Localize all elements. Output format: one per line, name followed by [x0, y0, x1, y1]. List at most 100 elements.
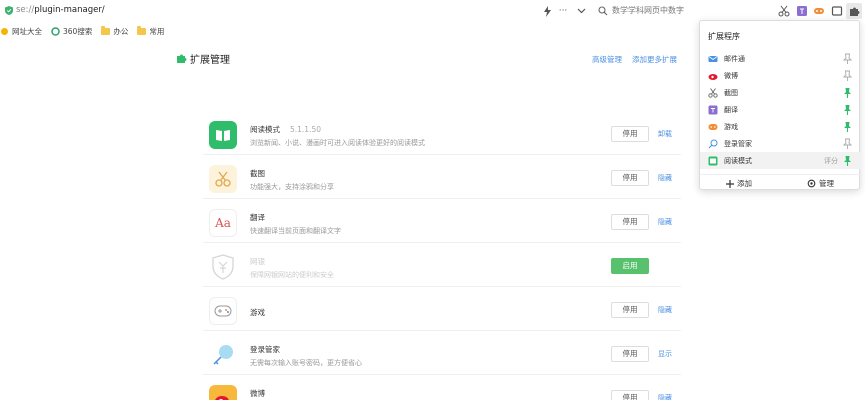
extension-desc: 保障网银网站的便利和安全: [250, 271, 334, 279]
extension-row-bank: 网银 保障网银网站的便利和安全 启用: [203, 243, 681, 287]
translate-icon[interactable]: [796, 5, 808, 17]
folder-icon: [101, 25, 111, 35]
header-links: 高级管理 添加更多扩展: [592, 54, 677, 65]
folder-icon: [137, 25, 147, 35]
translate-icon: [708, 105, 718, 114]
enable-button[interactable]: 启用: [611, 258, 649, 274]
pin-icon[interactable]: [843, 121, 852, 132]
uninstall-link[interactable]: 卸载: [658, 129, 672, 139]
disable-button[interactable]: 停用: [611, 214, 649, 230]
extension-name: 翻译: [250, 213, 265, 222]
popup-item-games[interactable]: 游戏: [700, 118, 861, 135]
search-box[interactable]: 数学学科网页中数字: [598, 5, 684, 16]
extension-name: 游戏: [250, 308, 265, 317]
chevron-down-icon[interactable]: [575, 5, 587, 17]
popup-item-label: 邮件通: [724, 54, 745, 63]
book-icon: [708, 156, 718, 165]
bookmark-folder-common[interactable]: 常用: [137, 25, 165, 37]
popup-item-reader[interactable]: 阅读模式 评分: [700, 152, 861, 169]
hide-link[interactable]: 隐藏: [658, 217, 672, 227]
bookmark-nav[interactable]: 网址大全: [0, 26, 42, 37]
rate-link[interactable]: 评分: [824, 156, 838, 166]
extension-name: 截图: [250, 169, 265, 178]
popup-item-label: 登录管家: [724, 139, 752, 148]
scissors-icon[interactable]: [778, 5, 790, 17]
pin-icon[interactable]: [843, 138, 852, 149]
hide-link[interactable]: 隐藏: [658, 173, 672, 183]
page-title-text: 扩展管理: [190, 55, 230, 66]
gamepad-icon[interactable]: [813, 5, 825, 17]
yuan-shield-icon: [209, 253, 237, 281]
extension-row-weibo: 微博 停用 隐藏: [203, 375, 681, 400]
extension-name: 登录管家: [250, 345, 280, 354]
lightning-icon[interactable]: [541, 5, 553, 17]
url-protocol: se://: [16, 5, 35, 15]
address-bar[interactable]: se://plugin-manager/: [5, 5, 105, 15]
puzzle-icon: [849, 7, 859, 16]
pin-icon[interactable]: [843, 53, 852, 64]
bookmark-label: 办公: [113, 26, 129, 36]
search-placeholder: 数学学科网页中数字: [612, 6, 684, 15]
gear-icon: [807, 179, 816, 188]
translate-icon: Aa: [209, 209, 237, 237]
pin-icon[interactable]: [843, 87, 852, 98]
disable-button[interactable]: 停用: [611, 170, 649, 186]
show-link[interactable]: 显示: [658, 349, 672, 359]
popup-item-login[interactable]: 登录管家: [700, 135, 861, 152]
popup-item-label: 阅读模式: [724, 156, 752, 165]
disable-button[interactable]: 停用: [611, 390, 649, 400]
more-icon[interactable]: ···: [557, 5, 569, 17]
extensions-popup: 扩展程序 邮件通 微博 截图 翻译 游戏 登录管家 阅读模式 评分 添加 管理: [699, 20, 861, 190]
extension-desc: 快速翻译当前页面和翻译文字: [250, 227, 341, 235]
window-icon[interactable]: [831, 5, 843, 17]
extensions-puzzle-button[interactable]: [846, 3, 862, 19]
key-icon: [708, 139, 718, 148]
bookmark-label: 网址大全: [12, 26, 42, 36]
url-path: plugin-manager/: [34, 5, 105, 15]
popup-item-translate[interactable]: 翻译: [700, 101, 861, 118]
add-label: 添加: [737, 179, 752, 188]
bookmark-folder-office[interactable]: 办公: [101, 25, 129, 37]
book-icon: [209, 121, 237, 149]
gamepad-icon: [209, 297, 237, 325]
plus-icon: [726, 179, 734, 188]
popup-item-weibo[interactable]: 微博: [700, 67, 861, 84]
toolbar: se://plugin-manager/ ··· 数学学科网页中数字: [0, 0, 865, 22]
disable-button[interactable]: 停用: [611, 302, 649, 318]
secure-shield-icon: [5, 5, 13, 15]
pin-icon[interactable]: [843, 155, 852, 166]
bookmark-label: 360搜索: [63, 26, 93, 36]
search-360-icon: [51, 26, 60, 36]
popup-item-label: 游戏: [724, 122, 738, 131]
extension-name: 微博: [250, 389, 265, 398]
bookmark-360[interactable]: 360搜索: [51, 26, 92, 37]
advanced-manage-link[interactable]: 高级管理: [592, 54, 622, 65]
bookmark-label: 常用: [149, 26, 165, 36]
weibo-icon: [209, 385, 237, 400]
popup-item-screenshot[interactable]: 截图: [700, 84, 861, 101]
extension-name: 阅读模式 5.1.1.50: [250, 125, 322, 134]
hide-link[interactable]: 隐藏: [658, 305, 672, 315]
popup-item-mail[interactable]: 邮件通: [700, 50, 861, 67]
disable-button[interactable]: 停用: [611, 346, 649, 362]
add-more-extensions-link[interactable]: 添加更多扩展: [632, 54, 677, 65]
popup-footer: 添加 管理: [700, 174, 861, 190]
hide-link[interactable]: 隐藏: [658, 393, 672, 400]
manage-label: 管理: [819, 179, 834, 188]
puzzle-icon: [177, 54, 187, 63]
extension-desc: 浏览新闻、小说、漫画时可进入阅读体验更好的阅读模式: [250, 139, 425, 147]
manage-extensions-button[interactable]: 管理: [807, 178, 834, 189]
scissors-icon: [209, 165, 237, 193]
disable-button[interactable]: 停用: [611, 126, 649, 142]
extension-row-login: 登录管家 无需每次输入账号密码，更方便省心 停用 显示: [203, 331, 681, 375]
pin-icon[interactable]: [843, 104, 852, 115]
extension-name: 网银: [250, 257, 265, 266]
pin-icon[interactable]: [843, 70, 852, 81]
extension-list: 阅读模式 5.1.1.50 浏览新闻、小说、漫画时可进入阅读体验更好的阅读模式 停…: [203, 111, 681, 400]
browser-window: se://plugin-manager/ ··· 数学学科网页中数字 网址大全 …: [0, 0, 865, 400]
search-icon: [598, 5, 608, 15]
add-extension-button[interactable]: 添加: [726, 178, 752, 189]
popup-item-label: 翻译: [724, 105, 738, 114]
extension-row-games: 游戏 停用 隐藏: [203, 287, 681, 331]
popup-title: 扩展程序: [708, 32, 740, 41]
